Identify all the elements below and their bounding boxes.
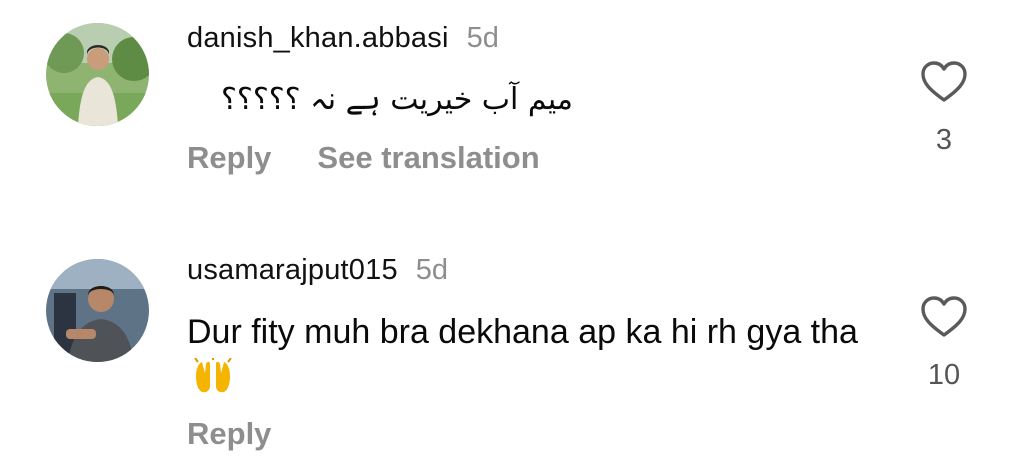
reply-button[interactable]: Reply	[187, 140, 271, 176]
username[interactable]: danish_khan.abbasi	[187, 22, 449, 54]
username[interactable]: usamarajput015	[187, 254, 398, 286]
comment-header: danish_khan.abbasi 5d	[187, 22, 499, 55]
heart-icon[interactable]	[920, 296, 968, 338]
comment-text: Dur fity muh bra dekhana ap ka hi rh gya…	[187, 309, 877, 407]
comment-text: میم آب خیریت ہے نہ ؟؟؟؟؟	[220, 82, 573, 117]
person-outdoors-avatar-icon	[46, 23, 149, 126]
comment-item: usamarajput015 5d Dur fity muh bra dekhan…	[0, 232, 1024, 463]
like-count: 3	[935, 124, 953, 156]
comment-text-content: Dur fity muh bra dekhana ap ka hi rh gya…	[187, 313, 858, 351]
timestamp: 5d	[415, 254, 449, 286]
heart-icon[interactable]	[920, 61, 968, 103]
like-control: 3	[918, 61, 970, 157]
comment-actions: Reply	[187, 416, 271, 452]
like-control: 10	[918, 296, 970, 392]
person-indoors-avatar-icon	[46, 259, 149, 362]
reply-button[interactable]: Reply	[187, 416, 271, 452]
avatar[interactable]	[46, 23, 149, 126]
raising-hands-emoji-icon	[193, 356, 233, 407]
avatar[interactable]	[46, 259, 149, 362]
comment-item: danish_khan.abbasi 5d میم آب خیریت ہے نہ …	[0, 0, 1024, 230]
timestamp: 5d	[466, 22, 499, 54]
comment-actions: Reply See translation	[187, 140, 540, 176]
like-count: 10	[927, 359, 961, 391]
see-translation-button[interactable]: See translation	[317, 140, 539, 176]
comment-header: usamarajput015 5d	[187, 254, 448, 287]
